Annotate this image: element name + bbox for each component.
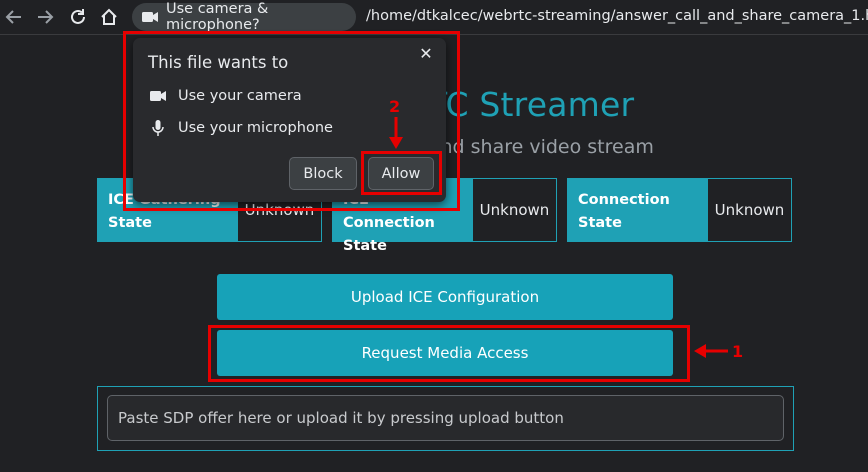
- permission-chip[interactable]: Use camera & microphone?: [132, 1, 356, 33]
- state-label: Connection State: [568, 179, 708, 241]
- address-bar[interactable]: Use camera & microphone? /home/dtkalcec/…: [132, 1, 868, 33]
- annotation-step-2: 2: [389, 97, 401, 116]
- annotation-arrow-left-icon: [694, 344, 728, 358]
- state-value: Unknown: [708, 179, 791, 241]
- url-text[interactable]: /home/dtkalcec/webrtc-streaming/answer_c…: [366, 8, 868, 24]
- connection-state-card: Connection State Unknown: [567, 178, 792, 242]
- permission-chip-label: Use camera & microphone?: [166, 1, 269, 33]
- annotation-request-box: [208, 325, 690, 382]
- sdp-offer-input[interactable]: Paste SDP offer here or upload it by pre…: [107, 395, 784, 441]
- annotation-allow-box: [361, 151, 442, 195]
- camera-icon: [142, 11, 158, 23]
- annotation-arrow-down-icon: [389, 117, 403, 149]
- sdp-container: Paste SDP offer here or upload it by pre…: [97, 386, 794, 451]
- reload-icon[interactable]: [66, 5, 90, 29]
- browser-toolbar: Use camera & microphone? /home/dtkalcec/…: [0, 0, 868, 34]
- home-icon[interactable]: [97, 5, 121, 29]
- forward-arrow-icon[interactable]: [33, 5, 57, 29]
- state-value: Unknown: [473, 179, 556, 241]
- upload-ice-configuration-button[interactable]: Upload ICE Configuration: [217, 274, 673, 320]
- back-arrow-icon[interactable]: [2, 5, 26, 29]
- annotation-step-1: 1: [732, 342, 744, 361]
